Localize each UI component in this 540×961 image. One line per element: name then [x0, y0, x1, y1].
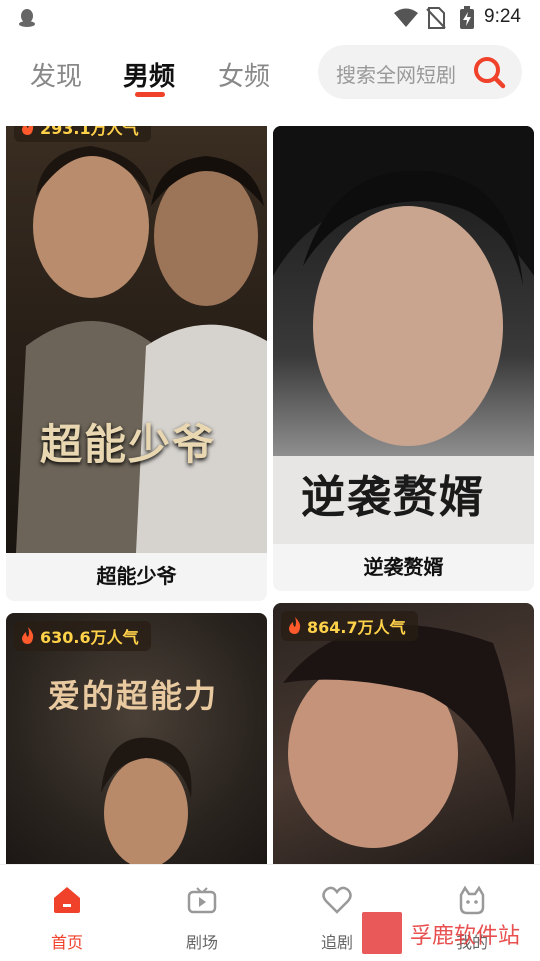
poster-title: 超能少爷: [40, 420, 217, 469]
popularity-count: 864.7万人气: [307, 618, 406, 637]
search-icon[interactable]: [472, 55, 506, 89]
drama-card[interactable]: 爱的超能力 630.6万人气: [6, 613, 267, 864]
fire-icon: [22, 627, 34, 644]
no-sim-icon: [426, 7, 446, 29]
drama-poster: [273, 603, 534, 864]
watermark-text: 孚鹿软件站: [410, 924, 521, 949]
popularity-badge: 864.7万人气: [281, 611, 418, 641]
profile-icon: [459, 885, 485, 915]
popularity-badge: 293.1万人气: [14, 126, 151, 142]
status-time: 9:24: [484, 6, 521, 27]
nav-label: 首页: [50, 933, 83, 952]
popularity-count: 293.1万人气: [40, 126, 139, 138]
search-bar[interactable]: 搜索全网短剧: [318, 45, 522, 99]
drama-poster: 超能少爷: [6, 126, 267, 553]
nav-item-home[interactable]: 首页: [7, 865, 127, 961]
nav-label: 剧场: [185, 933, 218, 952]
popularity-count: 630.6万人气: [40, 628, 139, 647]
tab-male[interactable]: 男频: [123, 56, 175, 93]
watermark-logo: [362, 912, 402, 954]
poster-artwork: [283, 625, 516, 848]
top-tab-bar: 发现 男频 女频 搜索全网短剧: [0, 36, 540, 116]
drama-title: 逆袭赘婿: [363, 555, 444, 579]
drama-card[interactable]: 864.7万人气: [273, 603, 534, 864]
status-bar: 9:24: [0, 0, 540, 36]
fire-icon: [22, 126, 34, 135]
poster-artwork: [16, 146, 267, 553]
watermark: 孚鹿软件站: [362, 912, 522, 956]
popularity-badge: 630.6万人气: [14, 621, 151, 651]
poster-title: 逆袭赘婿: [301, 472, 485, 523]
active-tab-indicator: [135, 92, 165, 97]
wifi-icon: [394, 8, 418, 27]
tv-icon: [187, 887, 217, 914]
battery-charging-icon: [460, 6, 474, 29]
qq-icon: [19, 9, 35, 27]
drama-card[interactable]: 逆袭赘婿 逆袭赘婿: [273, 126, 534, 591]
drama-poster: 逆袭赘婿: [273, 126, 534, 544]
search-placeholder: 搜索全网短剧: [336, 63, 456, 87]
fire-icon: [289, 617, 301, 634]
drama-grid: 超能少爷 293.1万人气 超能少爷 逆袭赘婿 逆袭赘婿 爱的超能力 630.6…: [0, 126, 540, 864]
heart-icon: [322, 886, 352, 914]
tab-discover[interactable]: 发现: [30, 56, 82, 93]
tab-female[interactable]: 女频: [218, 56, 270, 93]
drama-card[interactable]: 超能少爷 293.1万人气 超能少爷: [6, 126, 267, 601]
poster-title: 爱的超能力: [48, 677, 219, 715]
nav-item-theater[interactable]: 剧场: [142, 865, 262, 961]
home-icon: [54, 887, 80, 913]
drama-title: 超能少爷: [96, 564, 177, 588]
